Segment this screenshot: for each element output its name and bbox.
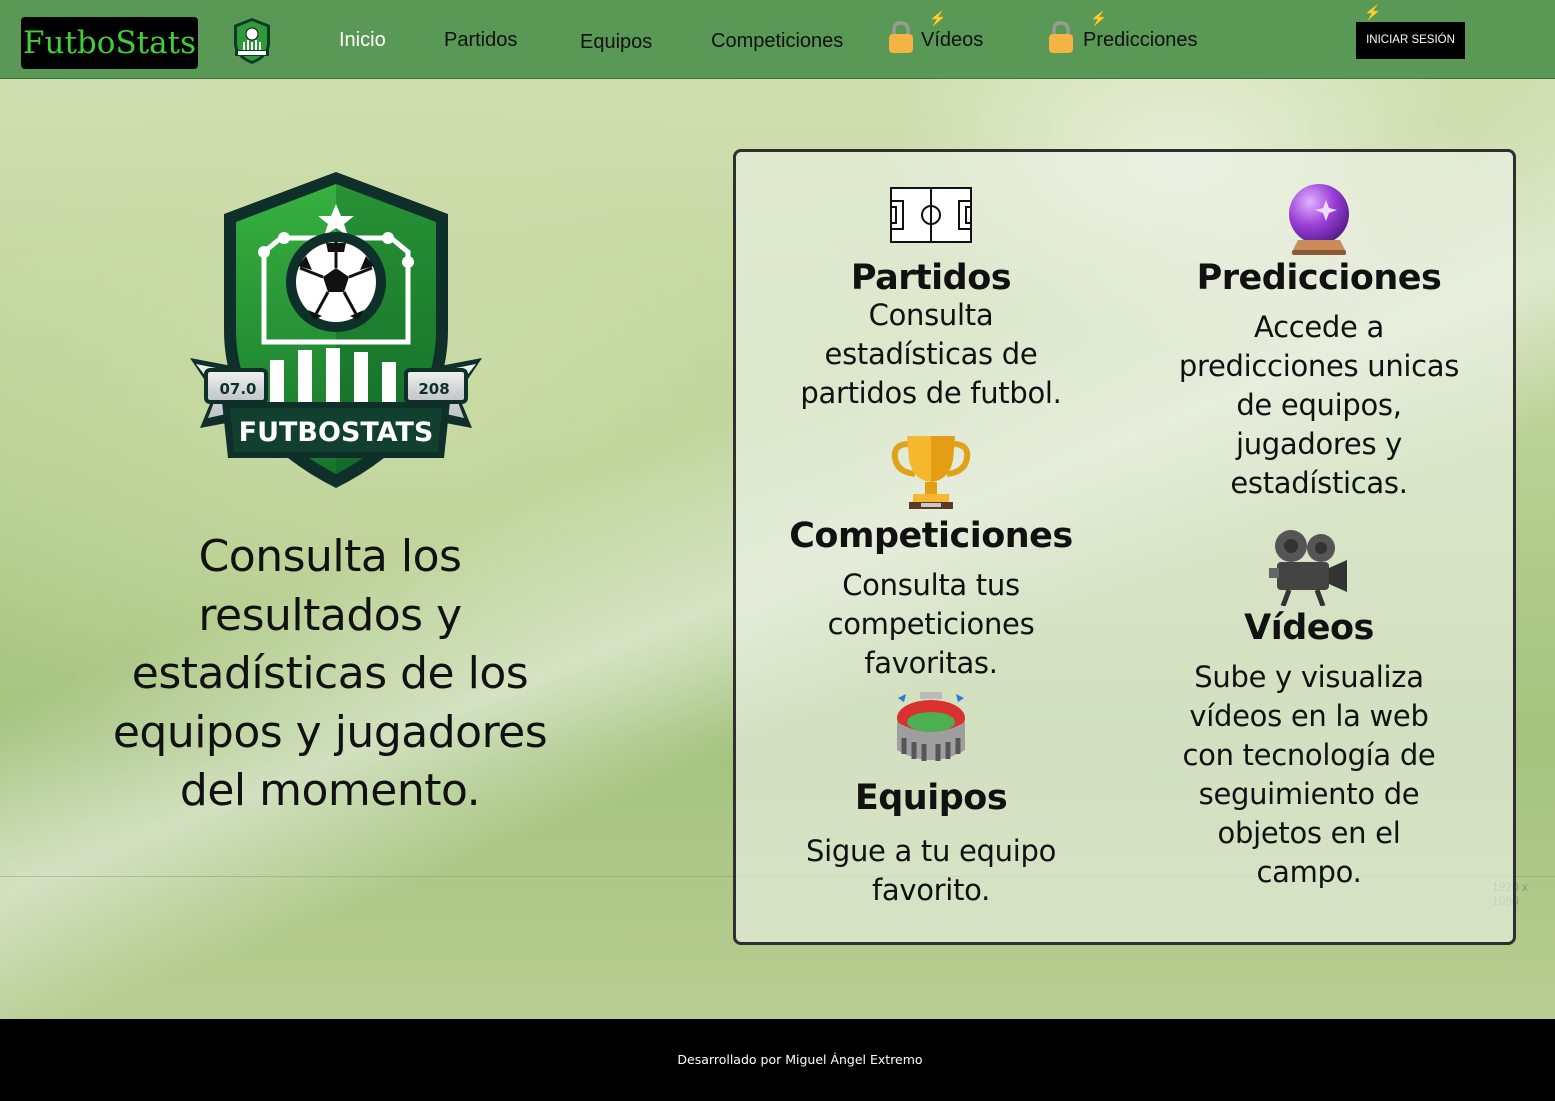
stadium-icon bbox=[897, 692, 965, 761]
crest-year-right: 208 bbox=[418, 380, 449, 398]
nav-predicciones[interactable]: Predicciones bbox=[1083, 29, 1198, 52]
feature-title: Predicciones bbox=[1196, 258, 1442, 298]
top-navbar: FutboStats Inicio Partidos Equipos Compe… bbox=[0, 0, 1555, 79]
crest-name: FUTBOSTATS bbox=[239, 417, 434, 448]
lock-icon bbox=[1049, 21, 1073, 53]
feature-competiciones[interactable]: Competiciones Consulta tus competiciones… bbox=[776, 434, 1086, 683]
feature-description: Sube y visualiza vídeos en la web con te… bbox=[1182, 660, 1436, 889]
footer-credit: Desarrollado por Miguel Ángel Extremo bbox=[677, 1052, 923, 1067]
crest-year-left: 07.0 bbox=[219, 380, 256, 398]
bolt-icon: ⚡ bbox=[1364, 4, 1382, 20]
feature-description: Sigue a tu equipo favorito. bbox=[806, 834, 1057, 907]
hero-tagline: Consulta los resultados y estadísticas d… bbox=[112, 531, 548, 816]
lock-icon bbox=[889, 21, 913, 53]
feature-title: Vídeos bbox=[1244, 608, 1374, 648]
feature-predicciones[interactable]: Predicciones Accede a predicciones unica… bbox=[1156, 182, 1482, 503]
feature-description: Accede a predicciones unicas de equipos,… bbox=[1178, 310, 1460, 500]
feature-partidos[interactable]: Partidos Consulta estadísticas de partid… bbox=[776, 186, 1086, 413]
feature-equipos[interactable]: Equipos Sigue a tu equipo favorito. bbox=[776, 692, 1086, 910]
crystal-ball-icon bbox=[1289, 184, 1349, 255]
feature-description: Consulta estadísticas de partidos de fut… bbox=[800, 298, 1062, 410]
brand-logo-text[interactable]: FutboStats bbox=[21, 17, 198, 69]
feature-title: Equipos bbox=[854, 778, 1008, 818]
brand-crest-icon[interactable] bbox=[230, 17, 274, 65]
feature-description: Consulta tus competiciones favoritas. bbox=[827, 568, 1035, 680]
futbostats-crest-icon: 07.0 208 FUTBOSTATS bbox=[190, 172, 482, 488]
bolt-icon: ⚡ bbox=[929, 10, 947, 26]
nav-partidos[interactable]: Partidos bbox=[444, 29, 517, 52]
feature-title: Competiciones bbox=[789, 516, 1073, 556]
login-button[interactable]: INICIAR SESIÓN bbox=[1356, 22, 1465, 59]
nav-equipos[interactable]: Equipos bbox=[580, 31, 652, 54]
feature-videos[interactable]: Vídeos Sube y visualiza vídeos en la web… bbox=[1156, 528, 1462, 892]
nav-videos[interactable]: Vídeos bbox=[921, 29, 983, 52]
nav-competiciones[interactable]: Competiciones bbox=[711, 30, 843, 53]
movie-camera-icon bbox=[1269, 530, 1347, 606]
nav-inicio[interactable]: Inicio bbox=[339, 29, 386, 52]
features-panel: Partidos Consulta estadísticas de partid… bbox=[733, 149, 1516, 945]
feature-title: Partidos bbox=[850, 258, 1012, 298]
trophy-icon bbox=[891, 436, 971, 509]
bolt-icon: ⚡ bbox=[1090, 10, 1108, 26]
footer: Desarrollado por Miguel Ángel Extremo bbox=[0, 1019, 1555, 1101]
soccer-field-icon bbox=[890, 187, 972, 243]
